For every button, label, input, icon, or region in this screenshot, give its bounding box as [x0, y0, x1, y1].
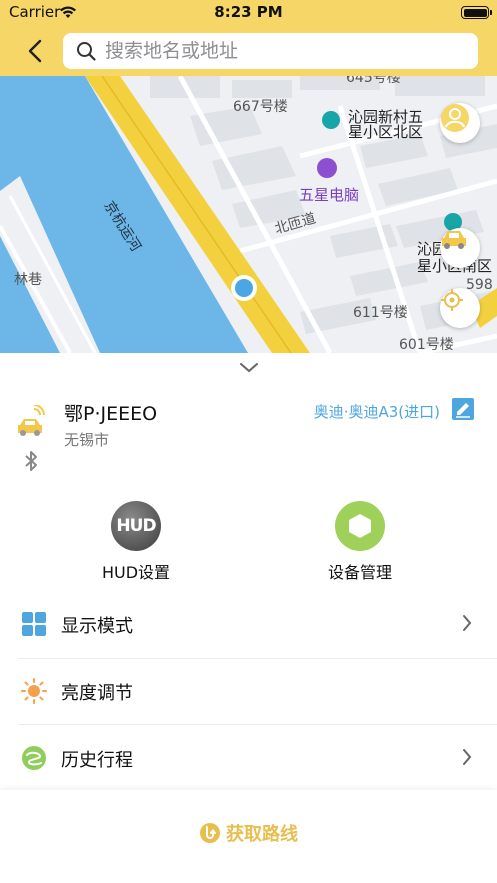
bluetooth-icon: [24, 450, 38, 476]
search-icon: [75, 40, 97, 62]
nav-bar: [0, 26, 497, 76]
my-location-button[interactable]: [440, 288, 480, 328]
route-icon: [200, 823, 220, 843]
status-bar: Carrier 8:23 PM: [0, 0, 497, 26]
battery-cap: [490, 10, 492, 15]
grid-icon: [21, 611, 47, 637]
vehicle-locate-button[interactable]: [440, 228, 480, 268]
vehicle-city: 无锡市: [64, 431, 110, 449]
menu-history-label: 历史行程: [61, 750, 133, 771]
hud-settings-label: HUD设置: [101, 563, 171, 582]
clock-label: 8:23 PM: [214, 3, 283, 21]
menu-display-mode-label: 显示模式: [61, 616, 133, 637]
map-view[interactable]: 645号楼 667号楼 沁园新村五 星小区北区 五星电脑 北匝道 京杭运河 林巷…: [0, 76, 497, 353]
chevron-right-icon: [462, 614, 472, 636]
map-label: 五星电脑: [299, 186, 360, 204]
hud-icon: HUD: [111, 501, 161, 551]
menu-brightness[interactable]: 亮度调节: [0, 658, 497, 724]
device-icon: [335, 501, 385, 551]
license-plate: 鄂P·JEEEO: [64, 403, 158, 425]
map-label: 645号楼: [346, 76, 401, 86]
edit-vehicle-button[interactable]: [452, 398, 474, 420]
device-management-button[interactable]: 设备管理: [300, 501, 420, 583]
menu-brightness-label: 亮度调节: [61, 683, 133, 704]
car-icon: [442, 231, 466, 249]
chevron-right-icon: [462, 748, 472, 770]
battery-icon: [461, 6, 489, 19]
map-label: 601号楼: [399, 337, 454, 353]
map-label: 林巷: [14, 272, 42, 288]
menu-history[interactable]: 历史行程: [0, 725, 497, 791]
connected-car-icon: [18, 404, 46, 441]
collapse-panel-button[interactable]: [236, 359, 262, 377]
hud-settings-button[interactable]: HUD HUD设置: [76, 501, 196, 583]
map-label: 611号楼: [353, 305, 408, 321]
back-button[interactable]: [18, 35, 52, 67]
sun-icon: [21, 678, 47, 704]
map-label: 667号楼: [233, 99, 288, 115]
map-label: 星小区北区: [348, 123, 424, 141]
menu-display-mode[interactable]: 显示模式: [0, 591, 497, 657]
user-avatar-button[interactable]: [440, 103, 480, 143]
get-route-label: 获取路线: [226, 824, 298, 845]
chevron-left-icon: [28, 39, 42, 63]
search-input[interactable]: [105, 40, 465, 62]
search-box[interactable]: [63, 33, 478, 69]
device-management-label: 设备管理: [327, 563, 392, 582]
crosshair-icon: [441, 289, 463, 311]
edit-icon: [452, 398, 474, 420]
chevron-down-icon: [240, 363, 258, 373]
vehicle-model-link[interactable]: 奥迪·奥迪A3(进口): [314, 401, 440, 422]
avatar-icon: [441, 104, 469, 132]
get-route-button[interactable]: 获取路线: [0, 818, 497, 848]
bottom-action-bar: 获取路线: [0, 790, 497, 883]
vehicle-panel: 鄂P·JEEEO 无锡市 奥迪·奥迪A3(进口) HUD HUD设置 设备管理: [0, 353, 497, 790]
route-history-icon: [21, 745, 47, 771]
